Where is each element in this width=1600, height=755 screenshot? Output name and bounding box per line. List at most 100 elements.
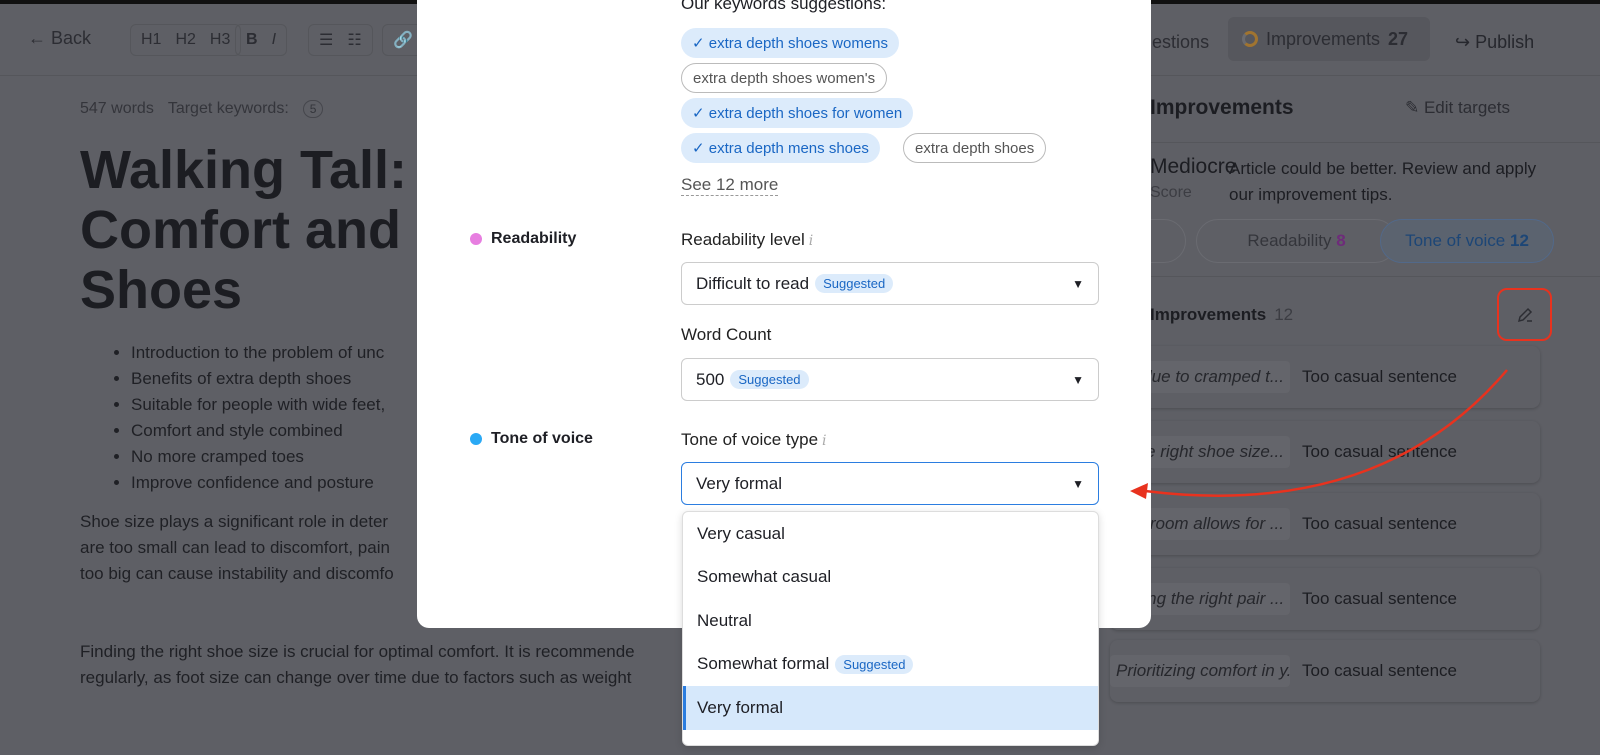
improvements-tab[interactable]: Improvements 27	[1228, 17, 1430, 61]
tone-dropdown-menu: Very casual Somewhat casual Neutral Some…	[682, 511, 1099, 746]
target-keywords-label: Target keywords:	[167, 100, 289, 117]
option-very-casual[interactable]: Very casual	[683, 512, 1098, 556]
back-button[interactable]: ← Back	[28, 28, 91, 49]
reason: Too casual sentence	[1302, 589, 1457, 608]
option-label: Neutral	[697, 610, 752, 630]
chip-label: extra depth shoes	[915, 139, 1035, 157]
score-sublabel: Score	[1150, 184, 1192, 201]
keyword-chip[interactable]: ✓ extra depth shoes for women	[681, 98, 914, 128]
ordered-list-icon[interactable]: ☰	[319, 30, 333, 50]
option-somewhat-formal[interactable]: Somewhat formal Suggested	[683, 643, 1098, 687]
list-title: Improvements	[1150, 305, 1267, 324]
label-text: Readability level	[681, 230, 805, 249]
outline-item: Suitable for people with wide feet,	[131, 392, 385, 418]
improvement-item[interactable]: due to cramped t... Too casual sentence	[1110, 346, 1540, 408]
snippet: Prioritizing comfort in y...	[1110, 655, 1290, 687]
suggested-badge: Suggested	[835, 654, 914, 674]
edit-improvements-button[interactable]	[1497, 288, 1552, 341]
keywords-heading: Our keywords suggestions:	[681, 0, 887, 13]
bold-button[interactable]: B	[246, 31, 258, 49]
info-icon[interactable]: i	[809, 233, 813, 249]
divider	[1110, 276, 1600, 277]
list-group: ☰ ☷	[308, 24, 373, 56]
list-count: 12	[1274, 305, 1294, 324]
improvement-item[interactable]: the right shoe size... Too casual sentenc…	[1110, 421, 1540, 483]
word-count: 547 words	[80, 100, 154, 117]
improvement-item[interactable]: Prioritizing comfort in y... Too casual s…	[1110, 640, 1540, 702]
label-text: Tone of voice type	[681, 430, 819, 449]
word-count-label: Word Count	[681, 325, 772, 344]
option-label: Somewhat casual	[697, 567, 832, 587]
chevron-down-icon: ▼	[1072, 476, 1084, 491]
readability-dot-icon	[470, 233, 482, 245]
filter-pill-readability[interactable]: Readability 8	[1196, 219, 1397, 263]
score-ring-icon	[1242, 31, 1258, 47]
outline-item: Introduction to the problem of unc	[131, 340, 385, 366]
readability-level-select[interactable]: Difficult to read Suggested ▼	[681, 262, 1099, 305]
option-somewhat-casual[interactable]: Somewhat casual	[683, 556, 1098, 600]
option-very-formal[interactable]: Very formal	[683, 686, 1098, 730]
target-keywords-count[interactable]: 5	[302, 100, 324, 118]
pencil-icon	[1517, 307, 1532, 322]
publish-label: Publish	[1475, 32, 1535, 52]
outline-item: Benefits of extra depth shoes	[131, 366, 385, 392]
chevron-down-icon: ▼	[1072, 372, 1084, 387]
pill-count: 8	[1336, 231, 1346, 250]
improvements-list-title: Improvements 12	[1150, 305, 1293, 325]
option-label: Very formal	[697, 697, 783, 717]
suggested-badge: Suggested	[730, 370, 809, 389]
keyword-chip[interactable]: ✓ extra depth shoes womens	[681, 28, 900, 58]
info-icon[interactable]: i	[822, 433, 826, 449]
title-line: Walking Tall: I	[80, 140, 438, 200]
score-description: Article could be better. Review and appl…	[1229, 159, 1537, 204]
article-title[interactable]: Walking Tall: I Comfort and S Shoes	[80, 140, 452, 320]
title-line: Shoes	[80, 260, 243, 320]
chip-label: extra depth shoes for women	[708, 104, 903, 122]
pill-label: Readability	[1247, 231, 1332, 250]
chip-label: extra depth shoes women's	[693, 69, 876, 87]
readability-section: Readability	[470, 230, 576, 248]
chip-label: extra depth shoes womens	[708, 34, 889, 52]
suggested-badge: Suggested	[815, 274, 894, 293]
tone-type-select[interactable]: Very formal ▼	[681, 462, 1099, 505]
word-count-select[interactable]: 500 Suggested ▼	[681, 358, 1099, 401]
title-line: Comfort and S	[80, 200, 452, 260]
link-icon[interactable]: 🔗	[393, 30, 413, 50]
reason: Too casual sentence	[1302, 442, 1457, 461]
keyword-chip[interactable]: ✓ extra depth mens shoes	[681, 133, 880, 163]
score-label: Mediocre	[1150, 155, 1237, 178]
panel-heading: Improvements	[1150, 96, 1294, 119]
option-label: Very casual	[697, 523, 785, 543]
select-value: Difficult to read	[696, 273, 810, 293]
bullet-list-icon[interactable]: ☷	[347, 30, 361, 50]
h3-button[interactable]: H3	[210, 31, 230, 49]
heading-group: H1 H2 H3	[130, 24, 242, 56]
chevron-down-icon: ▼	[1072, 276, 1084, 291]
edit-targets-button[interactable]: ✎ Edit targets	[1405, 98, 1510, 118]
outline-item: Improve confidence and posture	[131, 470, 385, 496]
keyword-chip[interactable]: extra depth shoes women's	[681, 63, 888, 93]
tone-section: Tone of voice	[470, 430, 593, 448]
chip-label: extra depth mens shoes	[708, 139, 869, 157]
pill-count: 12	[1510, 231, 1529, 250]
section-label: Readability	[491, 230, 577, 247]
italic-button[interactable]: I	[272, 31, 276, 49]
readability-level-label: Readability level i	[681, 230, 813, 250]
section-label: Tone of voice	[491, 430, 593, 447]
option-neutral[interactable]: Neutral	[683, 599, 1098, 643]
improvement-item[interactable]: room allows for ... Too casual sentence	[1110, 493, 1540, 555]
see-more-link[interactable]: See 12 more	[681, 175, 779, 196]
editor-meta: 547 words Target keywords: 5	[80, 100, 324, 118]
publish-button[interactable]: ↪ Publish	[1455, 32, 1534, 53]
select-value: Very formal	[696, 473, 782, 493]
h1-button[interactable]: H1	[141, 31, 161, 49]
outline-item: No more cramped toes	[131, 444, 385, 470]
outline-item: Comfort and style combined	[131, 418, 385, 444]
reason: Too casual sentence	[1302, 367, 1457, 386]
reason: Too casual sentence	[1302, 661, 1457, 680]
filter-pill-tone[interactable]: Tone of voice 12	[1380, 219, 1554, 263]
pill-label: Tone of voice	[1405, 231, 1506, 250]
keyword-chip[interactable]: extra depth shoes	[903, 133, 1047, 163]
h2-button[interactable]: H2	[175, 31, 195, 49]
improvement-item[interactable]: finding the right pair ... Too casual sen…	[1110, 568, 1540, 630]
